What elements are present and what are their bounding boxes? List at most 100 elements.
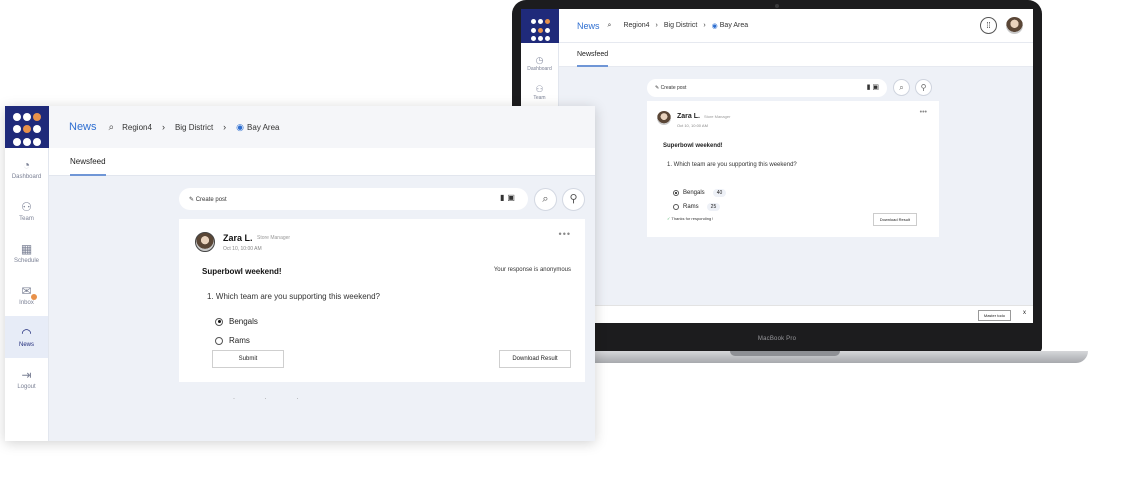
small-breadcrumb-district[interactable]: Big District: [664, 22, 697, 29]
poll-question: 1. Which team are you supporting this we…: [207, 292, 380, 301]
sidebar-item-label: Logout: [17, 384, 36, 390]
search-icon[interactable]: ⌕: [608, 22, 612, 30]
loading-indicator: · · ·: [233, 396, 313, 402]
apps-grid-button[interactable]: ⁞⁞: [980, 17, 997, 34]
post-date: Oct 10, 10:00 AM: [223, 246, 262, 252]
search-icon[interactable]: ⌕: [109, 122, 115, 133]
post-card: Zara L. Store Manager Oct 10, 10:00 AM •…: [179, 219, 585, 382]
author-name: Zara L.: [223, 233, 253, 243]
small-nav-team[interactable]: ⚇ Team: [521, 84, 558, 101]
create-post-bar[interactable]: ✎ Create post ▮▣: [179, 188, 528, 210]
small-page-title: News: [577, 20, 600, 31]
page-title: News: [69, 121, 97, 133]
sidebar-item-label: Inbox: [19, 300, 34, 306]
location-pin-icon: ◉: [236, 121, 245, 132]
macbook-screen: ◷ Dashboard ⚇ Team News ⌕ Region4 › Big …: [521, 9, 1033, 323]
small-breadcrumb-location[interactable]: Bay Area: [720, 22, 748, 29]
small-option-label: Bengals: [683, 190, 705, 196]
small-option-count: 25: [706, 203, 721, 211]
topbar: News ⌕ Region4 › Big District › ◉ Bay Ar…: [49, 106, 595, 148]
sidebar-item-label: News: [18, 342, 34, 348]
small-poll-option: Rams 25: [673, 203, 721, 211]
sidebar: ◔ Dashboard ⚇ Team ▦ Schedule ✉ Inbox ◠ …: [5, 106, 49, 441]
small-nav-label: Team: [533, 95, 546, 101]
small-bottom-bar: Master todo x: [521, 305, 1033, 323]
team-icon: ⚇: [21, 200, 32, 214]
author-avatar: [657, 111, 671, 125]
app-logo[interactable]: [5, 106, 49, 148]
poll-icon[interactable]: ▮▣: [500, 193, 518, 202]
tab-bar: Newsfeed: [49, 148, 595, 176]
create-post-label: Create post: [195, 197, 227, 203]
chevron-right-icon: ›: [655, 22, 658, 29]
post-title: Superbowl weekend!: [202, 267, 282, 276]
sidebar-item-logout[interactable]: ⇥ Logout: [5, 358, 48, 400]
breadcrumb-district[interactable]: Big District: [175, 123, 213, 132]
small-poll-question: 1. Which team are you supporting this we…: [667, 162, 797, 168]
small-nav-dashboard[interactable]: ◷ Dashboard: [521, 55, 558, 72]
team-icon: ⚇: [535, 84, 544, 94]
small-post-date: Oct 10, 10:00 AM: [677, 123, 708, 128]
dashboard-icon: ◷: [535, 55, 544, 65]
radio-icon[interactable]: [215, 336, 223, 345]
radio-selected-icon: [673, 190, 679, 196]
small-poll-option: Bengals 40: [673, 189, 727, 197]
sidebar-item-schedule[interactable]: ▦ Schedule: [5, 232, 48, 274]
more-options-icon[interactable]: •••: [920, 109, 927, 116]
sidebar-item-team[interactable]: ⚇ Team: [5, 190, 48, 232]
poll-option-bengals[interactable]: Bengals: [215, 317, 258, 326]
submit-button[interactable]: Submit: [212, 350, 284, 368]
poll-icon[interactable]: ▮ ▣: [867, 83, 879, 91]
user-avatar[interactable]: [1006, 17, 1023, 34]
small-author-line: Zara L. Store Manager: [677, 113, 730, 120]
rss-icon: ◠: [21, 326, 32, 340]
small-breadcrumb-region[interactable]: Region4: [623, 22, 649, 29]
poll-option-label: Bengals: [229, 317, 258, 326]
small-download-result-button[interactable]: Download Result: [872, 213, 917, 226]
dashboard-icon: ◔: [22, 158, 31, 172]
radio-selected-icon[interactable]: [215, 317, 223, 326]
small-logo[interactable]: [521, 9, 559, 43]
more-options-icon[interactable]: •••: [559, 229, 571, 239]
download-result-button[interactable]: Download Result: [499, 350, 571, 368]
sidebar-item-label: Schedule: [13, 258, 40, 264]
sidebar-item-news[interactable]: ◠ News: [5, 316, 48, 358]
breadcrumb-location[interactable]: Bay Area: [247, 123, 279, 132]
close-icon[interactable]: x: [1023, 310, 1026, 316]
small-thanks-text: Thanks for responding !: [671, 216, 714, 221]
search-button[interactable]: ⌕: [534, 188, 557, 211]
macbook-notch: [730, 351, 840, 356]
small-author-role: Store Manager: [703, 114, 731, 119]
small-post-title: Superbowl weekend!: [663, 143, 723, 149]
poll-option-label: Rams: [229, 336, 250, 345]
location-pin-icon: ◉: [711, 22, 718, 30]
app-window: ◔ Dashboard ⚇ Team ▦ Schedule ✉ Inbox ◠ …: [5, 106, 595, 441]
calendar-icon: ▦: [20, 242, 33, 256]
small-topbar: News ⌕ Region4 › Big District › ◉ Bay Ar…: [559, 9, 1033, 43]
small-author-name: Zara L.: [677, 113, 700, 120]
sidebar-item-label: Team: [19, 216, 34, 222]
small-create-post-label: Create post: [660, 85, 687, 91]
small-option-count: 40: [712, 189, 727, 197]
filter-button[interactable]: ⚲: [562, 188, 585, 211]
author-role: Store Manager: [257, 235, 291, 241]
chevron-right-icon: ›: [161, 122, 165, 132]
small-tab-newsfeed[interactable]: Newsfeed: [577, 43, 609, 67]
inbox-icon: ✉: [5, 284, 48, 300]
small-filter-button[interactable]: ⚲: [915, 79, 932, 96]
small-create-post-bar[interactable]: ✎ Create post ▮ ▣: [647, 79, 887, 97]
author-avatar: [195, 232, 215, 252]
sidebar-item-dashboard[interactable]: ◔ Dashboard: [5, 148, 48, 190]
small-tabs: Newsfeed: [559, 43, 1033, 67]
camera-dot: [775, 4, 779, 8]
edit-icon: ✎: [189, 197, 196, 203]
poll-option-rams[interactable]: Rams: [215, 336, 250, 345]
small-post-card: Zara L. Store Manager Oct 10, 10:00 AM ••…: [647, 101, 939, 237]
breadcrumb-region[interactable]: Region4: [122, 123, 152, 132]
small-search-button[interactable]: ⌕: [893, 79, 910, 96]
master-todo-button[interactable]: Master todo: [977, 310, 1011, 321]
chevron-right-icon: ›: [223, 122, 227, 132]
sidebar-item-inbox[interactable]: ✉ Inbox: [5, 274, 48, 316]
tab-newsfeed[interactable]: Newsfeed: [70, 148, 106, 176]
radio-icon: [673, 204, 679, 210]
